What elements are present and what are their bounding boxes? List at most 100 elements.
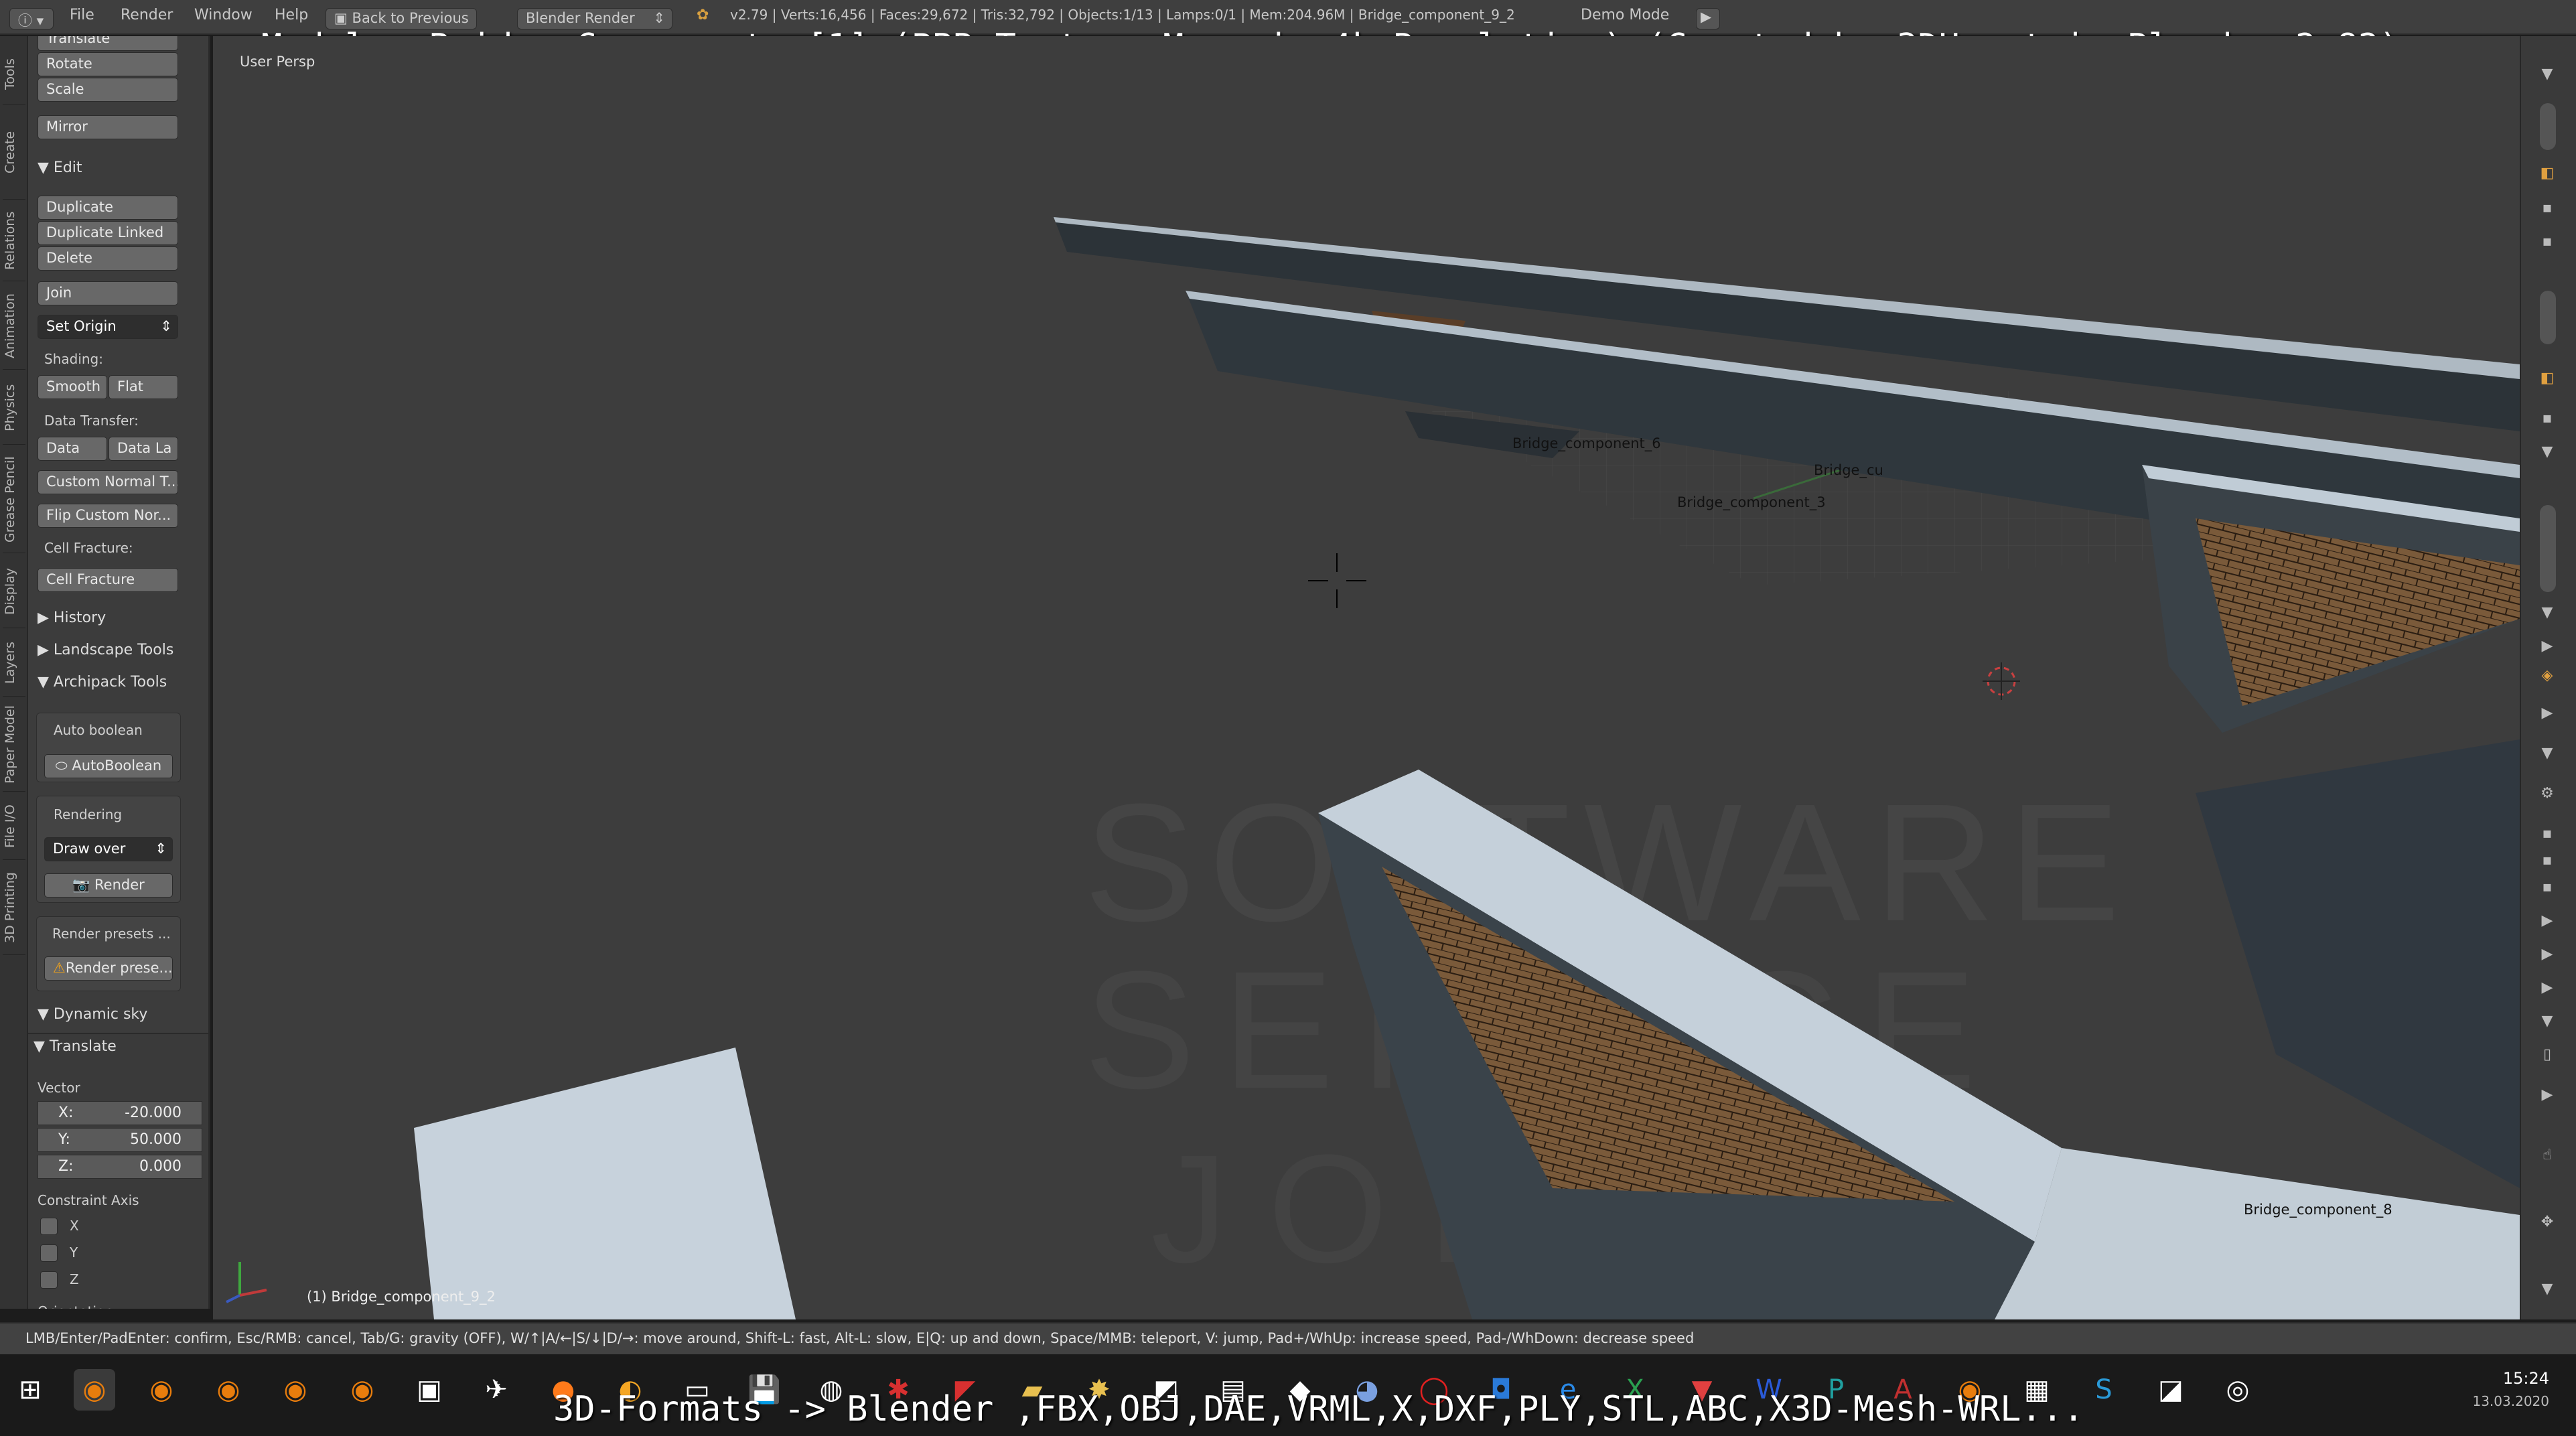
tab-paper-model[interactable]: Paper Model bbox=[3, 698, 25, 792]
auto-boolean-button[interactable]: ⬭ AutoBoolean bbox=[44, 754, 173, 778]
data-layout-button[interactable]: Data La bbox=[109, 437, 178, 461]
constraint-x-checkbox[interactable] bbox=[40, 1218, 58, 1235]
vector-x-field[interactable]: X: -20.000 bbox=[38, 1101, 202, 1125]
archipack-tools-header[interactable]: ▼ Archipack Tools bbox=[38, 674, 167, 691]
blender-taskbar-icon[interactable]: ◉ bbox=[141, 1369, 182, 1411]
triangle-right-icon[interactable]: ▶ bbox=[2537, 914, 2557, 928]
tool-tabs: Tools Create Relations Animation Physics… bbox=[0, 36, 28, 1309]
rotate-button[interactable]: Rotate bbox=[38, 52, 178, 76]
triangle-right-icon[interactable]: ▶ bbox=[2537, 706, 2557, 721]
properties-scroll-thumb-2[interactable] bbox=[2540, 291, 2556, 344]
slider-icon[interactable]: ▯ bbox=[2537, 1048, 2557, 1062]
editor-type-menu[interactable]: ⓘ ▾ bbox=[9, 8, 54, 29]
blender-taskbar-icon[interactable]: ◉ bbox=[74, 1369, 115, 1411]
blender-taskbar-icon[interactable]: ◉ bbox=[342, 1369, 383, 1411]
flat-button[interactable]: Flat bbox=[109, 375, 178, 399]
3d-cursor-icon[interactable] bbox=[1983, 662, 2020, 700]
3d-viewport[interactable]: SOFTWARE SERVICE JOHN bbox=[213, 36, 2520, 1319]
tab-tools[interactable]: Tools bbox=[3, 44, 25, 104]
set-origin-select[interactable]: Set Origin ⇕ bbox=[38, 315, 178, 339]
constraint-z-checkbox[interactable] bbox=[40, 1271, 58, 1289]
windows-start-icon[interactable]: ⊞ bbox=[9, 1369, 51, 1411]
triangle-down-icon[interactable]: ▼ bbox=[2537, 1282, 2557, 1297]
operator-panel-header[interactable]: ▼ Translate bbox=[33, 1038, 117, 1055]
tab-relations[interactable]: Relations bbox=[3, 201, 25, 281]
vector-x-label: X: bbox=[58, 1104, 74, 1121]
tab-display[interactable]: Display bbox=[3, 555, 25, 628]
triangle-down-icon[interactable]: ▼ bbox=[2537, 746, 2557, 761]
triangle-down-icon[interactable]: ▼ bbox=[2537, 1014, 2557, 1029]
checkbox-icon[interactable]: ▪ bbox=[2537, 853, 2557, 868]
duplicate-button[interactable]: Duplicate bbox=[38, 196, 178, 220]
render-presets-button[interactable]: ⚠Render prese... bbox=[44, 956, 173, 981]
tab-file-io[interactable]: File I/O bbox=[3, 793, 25, 860]
object-icon[interactable]: ◧ bbox=[2537, 166, 2557, 181]
menu-help[interactable]: Help bbox=[275, 7, 308, 23]
history-panel-header[interactable]: ▶ History bbox=[38, 609, 106, 626]
checkbox-icon[interactable]: ▪ bbox=[2537, 827, 2557, 841]
skype-taskbar-icon[interactable]: S bbox=[2083, 1369, 2125, 1411]
tab-physics[interactable]: Physics bbox=[3, 371, 25, 445]
cell-fracture-label: Cell Fracture: bbox=[44, 540, 133, 556]
render-button[interactable]: 📷 Render bbox=[44, 873, 173, 898]
settings-icon[interactable]: ⚙ bbox=[2537, 786, 2557, 801]
checkbox-icon[interactable]: ▪ bbox=[2537, 411, 2557, 426]
edit-panel-header[interactable]: ▼ Edit bbox=[38, 159, 82, 176]
data-transfer-button[interactable]: Data bbox=[38, 437, 107, 461]
join-button[interactable]: Join bbox=[38, 281, 178, 305]
triangle-down-icon[interactable]: ▼ bbox=[2537, 67, 2557, 82]
blender-logo-icon: ✿ bbox=[697, 7, 709, 23]
app-taskbar-icon[interactable]: ▣ bbox=[409, 1369, 450, 1411]
dynamic-sky-header[interactable]: ▼ Dynamic sky bbox=[38, 1006, 147, 1023]
properties-scroll-thumb-3[interactable] bbox=[2540, 505, 2556, 592]
tab-layers[interactable]: Layers bbox=[3, 630, 25, 697]
delete-button[interactable]: Delete bbox=[38, 246, 178, 271]
checkbox-icon[interactable]: ▪ bbox=[2537, 880, 2557, 895]
hand-icon[interactable]: ☝ bbox=[2537, 1148, 2557, 1163]
menu-render[interactable]: Render bbox=[121, 7, 173, 23]
properties-scroll-thumb[interactable] bbox=[2540, 103, 2556, 150]
material-icon[interactable]: ◈ bbox=[2537, 668, 2557, 683]
menu-file[interactable]: File bbox=[70, 7, 94, 23]
blender-taskbar-icon[interactable]: ◉ bbox=[208, 1369, 249, 1411]
triangle-right-icon[interactable]: ▶ bbox=[2537, 1088, 2557, 1102]
triangle-right-icon[interactable]: ▶ bbox=[2537, 639, 2557, 654]
draw-over-select[interactable]: Draw over ⇕ bbox=[44, 837, 173, 861]
set-origin-label: Set Origin bbox=[46, 318, 117, 334]
flip-custom-normals-button[interactable]: Flip Custom Nor... bbox=[38, 504, 178, 528]
mesh-icon[interactable]: ◧ bbox=[2537, 371, 2557, 386]
mirror-button[interactable]: Mirror bbox=[38, 115, 178, 139]
triangle-right-icon[interactable]: ▶ bbox=[2537, 947, 2557, 962]
landscape-tools-header[interactable]: ▶ Landscape Tools bbox=[38, 642, 173, 658]
triangle-right-icon[interactable]: ▶ bbox=[2537, 981, 2557, 995]
app-taskbar-icon[interactable]: ◎ bbox=[2217, 1369, 2259, 1411]
camera-icon: 📷 bbox=[72, 877, 95, 893]
translate-button[interactable]: Translate bbox=[38, 36, 178, 51]
duplicate-linked-button[interactable]: Duplicate Linked bbox=[38, 221, 178, 245]
blender-taskbar-icon[interactable]: ◉ bbox=[275, 1369, 316, 1411]
taskbar-clock[interactable]: 15:24 13.03.2020 bbox=[2472, 1369, 2549, 1409]
tab-grease-pencil[interactable]: Grease Pencil bbox=[3, 446, 25, 553]
tab-create[interactable]: Create bbox=[3, 106, 25, 200]
vector-y-label: Y: bbox=[58, 1131, 70, 1148]
dynamic-sky-label: Dynamic sky bbox=[53, 1006, 148, 1023]
custom-normal-button[interactable]: Custom Normal T... bbox=[38, 470, 178, 494]
checkbox-icon[interactable]: ▪ bbox=[2537, 234, 2557, 249]
vector-x-value: -20.000 bbox=[125, 1104, 182, 1121]
constraint-y-checkbox[interactable] bbox=[40, 1244, 58, 1262]
cell-fracture-button[interactable]: Cell Fracture bbox=[38, 568, 178, 592]
scale-button[interactable]: Scale bbox=[38, 78, 178, 102]
app-taskbar-icon[interactable]: ◪ bbox=[2150, 1369, 2192, 1411]
smooth-button[interactable]: Smooth bbox=[38, 375, 107, 399]
triangle-down-icon[interactable]: ▼ bbox=[2537, 445, 2557, 459]
vector-z-field[interactable]: Z: 0.000 bbox=[38, 1155, 202, 1179]
triangle-down-icon[interactable]: ▼ bbox=[2537, 605, 2557, 620]
move-icon[interactable]: ✥ bbox=[2537, 1215, 2557, 1230]
checkbox-icon[interactable]: ▪ bbox=[2537, 201, 2557, 216]
media-taskbar-icon[interactable]: ✈ bbox=[476, 1369, 517, 1411]
menu-window[interactable]: Window bbox=[194, 7, 253, 23]
tab-3d-printing[interactable]: 3D Printing bbox=[3, 861, 25, 955]
tab-animation[interactable]: Animation bbox=[3, 283, 25, 370]
constraint-axis-label: Constraint Axis bbox=[38, 1192, 139, 1208]
vector-y-field[interactable]: Y: 50.000 bbox=[38, 1128, 202, 1152]
